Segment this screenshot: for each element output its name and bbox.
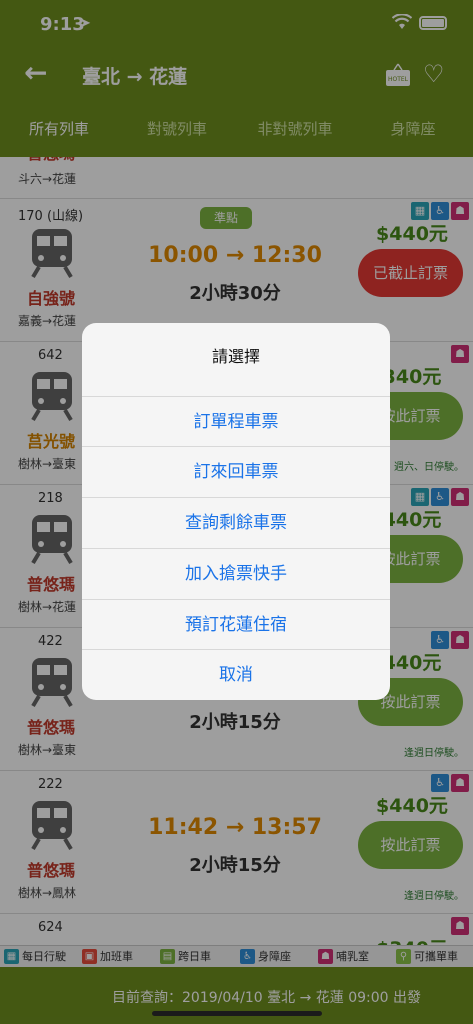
book-round-trip-button[interactable]: 訂來回車票 [82,446,390,496]
dialog-title: 請選擇 [211,347,260,366]
book-hualien-lodging-button[interactable]: 預訂花蓮住宿 [82,599,390,649]
add-ticket-grabber-button[interactable]: 加入搶票快手 [82,548,390,598]
action-sheet-dialog: 請選擇 訂單程車票 訂來回車票 查詢剩餘車票 加入搶票快手 預訂花蓮住宿 取消 [82,323,390,700]
book-one-way-button[interactable]: 訂單程車票 [82,396,390,446]
check-remaining-tickets-button[interactable]: 查詢剩餘車票 [82,497,390,547]
cancel-button[interactable]: 取消 [82,649,390,699]
